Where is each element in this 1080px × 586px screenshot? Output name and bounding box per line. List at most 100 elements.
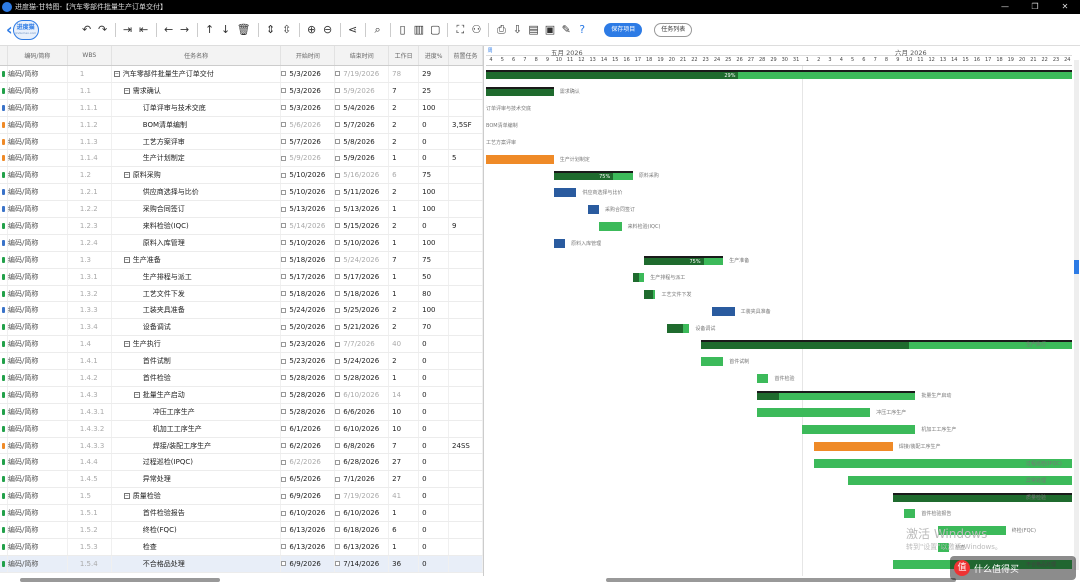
cell-pct[interactable]: 100 (419, 201, 450, 218)
cell-name[interactable]: 焊接/装配工序生产 (112, 437, 282, 454)
cell-name[interactable]: 过程巡检(IPQC) (112, 454, 282, 471)
start-checkbox[interactable] (281, 122, 287, 128)
start-checkbox[interactable] (281, 307, 287, 313)
cell-name[interactable]: − 批量生产启动 (112, 386, 282, 403)
task-bar[interactable]: 75% (553, 171, 633, 181)
cell-days[interactable]: 6 (389, 522, 420, 538)
zoom-out-icon[interactable]: ⊖ (323, 23, 333, 37)
cell-name[interactable]: 首件检验报告 (112, 505, 282, 522)
cell-pct[interactable]: 0 (419, 370, 450, 386)
cell-wbs[interactable]: 1.5.3 (68, 538, 112, 555)
start-checkbox[interactable] (281, 223, 287, 229)
cell-name[interactable]: 检查 (112, 538, 282, 555)
col-days[interactable]: 工作日 (389, 46, 420, 65)
end-checkbox[interactable] (335, 189, 341, 195)
table-row[interactable]: 编码/简称 1.2.4 原料入库管理 5/10/2026 5/10/2026 1 100 (0, 234, 483, 252)
end-checkbox[interactable] (335, 443, 341, 449)
table-row[interactable]: 编码/简称 1.5.3 检查 6/13/2026 6/13/2026 1 0 (0, 538, 483, 556)
table-row[interactable]: 编码/简称 1.3.2 工艺文件下发 5/18/2026 5/18/2026 1 80 (0, 285, 483, 303)
table-row[interactable]: 编码/简称 1.3.1 生产排程与派工 5/17/2026 5/17/2026 1 50 (0, 268, 483, 286)
cell-wbs[interactable]: 1.5.2 (68, 522, 112, 538)
cell-pct[interactable]: 0 (419, 538, 450, 555)
cell-wbs[interactable]: 1.1.1 (68, 99, 112, 116)
cell-pct[interactable]: 0 (419, 471, 450, 488)
cell-start[interactable]: 5/28/2026 (281, 403, 336, 420)
task-bar[interactable] (632, 272, 645, 282)
cell-end[interactable]: 7/19/2026 (335, 66, 390, 82)
cell-code[interactable]: 编码/简称 (8, 201, 68, 218)
start-checkbox[interactable] (281, 274, 287, 280)
cell-name[interactable]: 原料入库管理 (112, 234, 282, 251)
cell-pred[interactable] (449, 99, 483, 116)
end-checkbox[interactable] (335, 105, 341, 111)
redo-icon[interactable]: ↷ (98, 23, 108, 37)
cell-end[interactable]: 5/24/2026 (335, 353, 390, 370)
cell-name[interactable]: 供应商选择与比价 (112, 184, 282, 201)
cell-start[interactable]: 6/2/2026 (281, 437, 336, 454)
task-bar[interactable] (644, 289, 656, 299)
start-checkbox[interactable] (281, 459, 287, 465)
cell-end[interactable]: 5/18/2026 (335, 285, 390, 302)
link-icon[interactable]: ⋖ (348, 23, 358, 37)
end-checkbox[interactable] (335, 206, 341, 212)
col-code[interactable]: 编码/简称 (8, 46, 68, 65)
task-bar[interactable] (666, 323, 690, 333)
end-checkbox[interactable] (335, 324, 341, 330)
cell-days[interactable]: 2 (389, 116, 420, 133)
cell-pct[interactable]: 100 (419, 302, 450, 319)
export-icon[interactable]: ⇩ (512, 23, 522, 37)
cell-pct[interactable]: 70 (419, 319, 450, 336)
cell-wbs[interactable]: 1.1.4 (68, 150, 112, 167)
task-bar[interactable] (486, 154, 554, 164)
cell-days[interactable]: 27 (389, 471, 420, 488)
back-chevron-icon[interactable]: ‹ (6, 21, 13, 38)
end-checkbox[interactable] (335, 358, 341, 364)
start-checkbox[interactable] (281, 510, 287, 516)
table-row[interactable]: 编码/简称 1.5.4 不合格品处理 6/9/2026 7/14/2026 36 0 (0, 555, 483, 573)
end-checkbox[interactable] (335, 122, 341, 128)
cell-pct[interactable]: 0 (419, 555, 450, 572)
cell-pred[interactable] (449, 336, 483, 353)
end-checkbox[interactable] (335, 544, 341, 550)
layout-c-icon[interactable]: ▢ (430, 23, 440, 37)
cell-start[interactable]: 5/28/2026 (281, 370, 336, 386)
cell-pred[interactable] (449, 353, 483, 370)
start-checkbox[interactable] (281, 240, 287, 246)
start-checkbox[interactable] (281, 409, 287, 415)
cell-end[interactable]: 5/4/2026 (335, 99, 390, 116)
start-checkbox[interactable] (281, 206, 287, 212)
cell-code[interactable]: 编码/简称 (8, 99, 68, 116)
task-bar[interactable] (553, 188, 577, 198)
cell-wbs[interactable]: 1.4.1 (68, 353, 112, 370)
cell-pct[interactable]: 0 (419, 522, 450, 538)
start-checkbox[interactable] (281, 561, 287, 567)
table-row[interactable]: 编码/简称 1− 汽车零部件批量生产订单交付 5/3/2026 7/19/2026 78 2… (0, 66, 483, 83)
cell-name[interactable]: 冲压工序生产 (112, 403, 282, 420)
cell-code[interactable]: 编码/简称 (8, 522, 68, 538)
cell-pred[interactable] (449, 285, 483, 302)
cell-name[interactable]: 生产排程与派工 (112, 268, 282, 285)
cell-name[interactable]: 机加工工序生产 (112, 420, 282, 437)
cell-name[interactable]: 首件试制 (112, 353, 282, 370)
cell-start[interactable]: 6/9/2026 (281, 555, 336, 572)
task-bar[interactable] (587, 205, 599, 215)
collapse-toggle-icon[interactable]: − (123, 341, 130, 348)
table-row[interactable]: 编码/简称 1.4.3− 批量生产启动 5/28/2026 6/10/2026 14 0 (0, 386, 483, 404)
move-up-icon[interactable]: ↑ (205, 23, 215, 37)
cell-end[interactable]: 5/11/2026 (335, 184, 390, 201)
cell-code[interactable]: 编码/简称 (8, 251, 68, 268)
end-checkbox[interactable] (335, 71, 341, 77)
cell-pct[interactable]: 100 (419, 184, 450, 201)
cell-pred[interactable] (449, 522, 483, 538)
cell-pct[interactable]: 0 (419, 150, 450, 167)
cell-end[interactable]: 6/10/2026 (335, 505, 390, 522)
cell-code[interactable]: 编码/简称 (8, 505, 68, 522)
cell-pct[interactable]: 100 (419, 234, 450, 251)
end-checkbox[interactable] (335, 307, 341, 313)
cell-pred[interactable]: 24SS (449, 437, 483, 454)
cell-name[interactable]: 生产计划制定 (112, 150, 282, 167)
cell-code[interactable]: 编码/简称 (8, 319, 68, 336)
cell-pct[interactable]: 25 (419, 82, 450, 99)
end-checkbox[interactable] (335, 392, 341, 398)
cell-end[interactable]: 5/25/2026 (335, 302, 390, 319)
